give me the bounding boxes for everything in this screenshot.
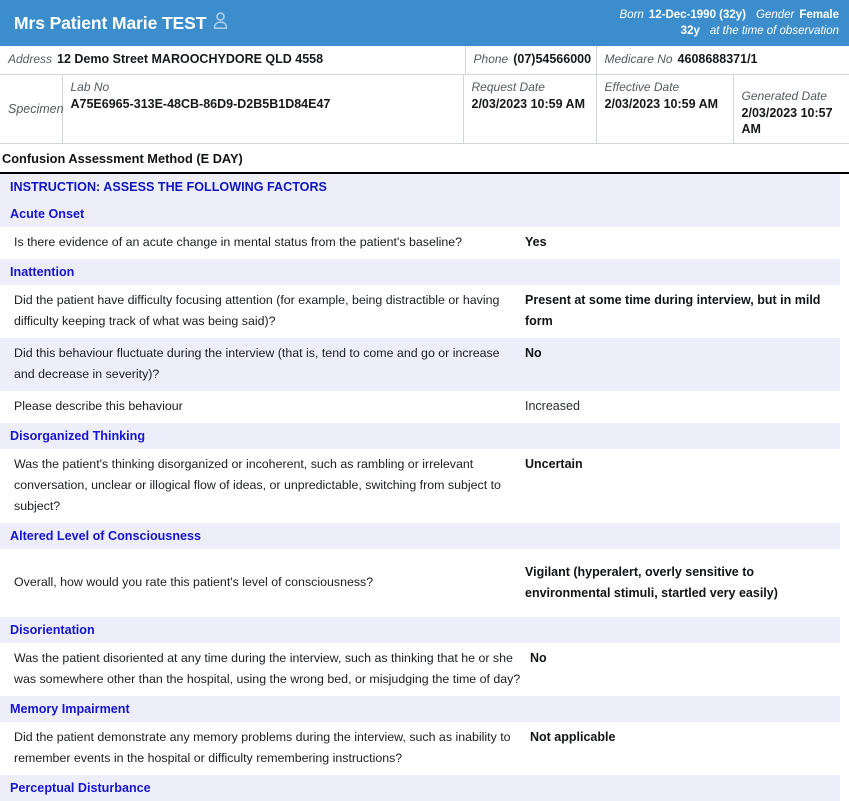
assessment-row: Did the patient have difficulty focusing…	[0, 285, 840, 338]
specimen-label: Specimen	[0, 74, 64, 144]
assessment-row: Overall, how would you rate this patient…	[0, 549, 840, 617]
patient-meta-line-2: 32y at the time of observation	[620, 23, 839, 39]
medicare-label: Medicare No	[604, 52, 673, 66]
effective-date-cell: Effective Date 2/03/2023 10:59 AM	[596, 74, 734, 144]
generated-date-cell: Generated Date 2/03/2023 10:57 AM	[733, 74, 849, 144]
request-date-value: 2/03/2023 10:59 AM	[471, 97, 586, 111]
question-text: Is there evidence of an acute change in …	[14, 235, 463, 249]
address-label: Address	[8, 52, 53, 66]
assessment-row: Please describe this behaviour Increased	[0, 391, 840, 423]
section-heading-acute-onset: Acute Onset	[0, 201, 840, 227]
answer-value: Yes	[525, 235, 547, 249]
answer-value: Not applicable	[530, 730, 616, 744]
born-value: 12-Dec-1990 (32y)	[648, 9, 746, 21]
address-cell: Address 12 Demo Street MAROOCHYDORE QLD 4…	[0, 46, 466, 75]
gender-value: Female	[799, 9, 839, 21]
answer-value: Present at some time during interview, b…	[525, 293, 821, 328]
section-heading-altered-level-of-consciousness: Altered Level of Consciousness	[0, 523, 840, 549]
table-row-contact: Address 12 Demo Street MAROOCHYDORE QLD 4…	[0, 46, 849, 75]
request-date-cell: Request Date 2/03/2023 10:59 AM	[463, 74, 597, 144]
address-value: 12 Demo Street MAROOCHYDORE QLD 4558	[57, 52, 324, 66]
section-heading-memory-impairment: Memory Impairment	[0, 696, 840, 722]
generated-date-label: Generated Date	[741, 89, 827, 103]
effective-date-label: Effective Date	[604, 80, 680, 94]
answer-value: Increased	[525, 399, 580, 413]
assessment-row: Did this behaviour fluctuate during the …	[0, 338, 840, 391]
medicare-value: 4608688371/1	[677, 52, 758, 66]
assessment-body: INSTRUCTION: ASSESS THE FOLLOWING FACTOR…	[0, 174, 849, 801]
answer-value: No	[525, 346, 542, 360]
lab-no-label: Lab No	[70, 80, 110, 94]
section-heading-inattention: Inattention	[0, 259, 840, 285]
assessment-row: Was the patient's thinking disorganized …	[0, 449, 840, 523]
question-text: Was the patient disoriented at any time …	[14, 651, 521, 686]
phone-label: Phone	[473, 52, 509, 66]
question-text: Please describe this behaviour	[14, 399, 183, 413]
patient-banner: Mrs Patient Marie TEST Born 12-Dec-1990 (…	[0, 0, 849, 46]
answer-value: Uncertain	[525, 457, 583, 471]
section-heading-disorientation: Disorientation	[0, 617, 840, 643]
phone-cell: Phone (07)54566000	[465, 46, 597, 75]
question-text: Did the patient have difficulty focusing…	[14, 293, 500, 328]
demographics-table: Address 12 Demo Street MAROOCHYDORE QLD 4…	[0, 46, 849, 144]
assessment-row: Did the patient demonstrate any memory p…	[0, 722, 840, 775]
table-row-specimen: Specimen Lab No A75E6965-313E-48CB-86D9-…	[0, 74, 849, 144]
answer-value: No	[530, 651, 547, 665]
assessment-row: Is there evidence of an acute change in …	[0, 227, 840, 259]
patient-name: Mrs Patient Marie TEST	[14, 12, 207, 33]
medicare-cell: Medicare No 4608688371/1	[596, 46, 849, 75]
answer-value: Vigilant (hyperalert, overly sensitive t…	[525, 564, 778, 600]
age-at-observation-label: at the time of observation	[709, 25, 839, 37]
instruction-banner: INSTRUCTION: ASSESS THE FOLLOWING FACTOR…	[0, 174, 840, 201]
request-date-label: Request Date	[471, 80, 545, 94]
person-icon	[213, 12, 228, 34]
patient-meta-line-1: Born 12-Dec-1990 (32y) Gender Female	[620, 7, 839, 23]
patient-identity: Mrs Patient Marie TEST	[14, 12, 228, 34]
assessment-row: Was the patient disoriented at any time …	[0, 643, 840, 696]
section-heading-disorganized-thinking: Disorganized Thinking	[0, 423, 840, 449]
section-heading-perceptual-disturbance: Perceptual Disturbance	[0, 775, 840, 801]
lab-no-value: A75E6965-313E-48CB-86D9-D2B5B1D84E47	[70, 97, 331, 111]
question-text: Did the patient demonstrate any memory p…	[14, 730, 511, 765]
question-text: Overall, how would you rate this patient…	[14, 575, 374, 589]
lab-no-cell: Lab No A75E6965-313E-48CB-86D9-D2B5B1D84…	[62, 74, 464, 144]
question-text: Was the patient's thinking disorganized …	[14, 457, 501, 513]
generated-date-value: 2/03/2023 10:57 AM	[741, 106, 833, 136]
question-text: Did this behaviour fluctuate during the …	[14, 346, 500, 381]
age-at-observation-value: 32y	[680, 25, 700, 37]
gender-label: Gender	[756, 9, 795, 21]
effective-date-value: 2/03/2023 10:59 AM	[604, 97, 719, 111]
patient-meta: Born 12-Dec-1990 (32y) Gender Female 32y at …	[620, 7, 841, 39]
phone-value: (07)54566000	[513, 52, 592, 66]
page-title: Confusion Assessment Method (E DAY)	[0, 144, 849, 174]
born-label: Born	[619, 9, 644, 21]
